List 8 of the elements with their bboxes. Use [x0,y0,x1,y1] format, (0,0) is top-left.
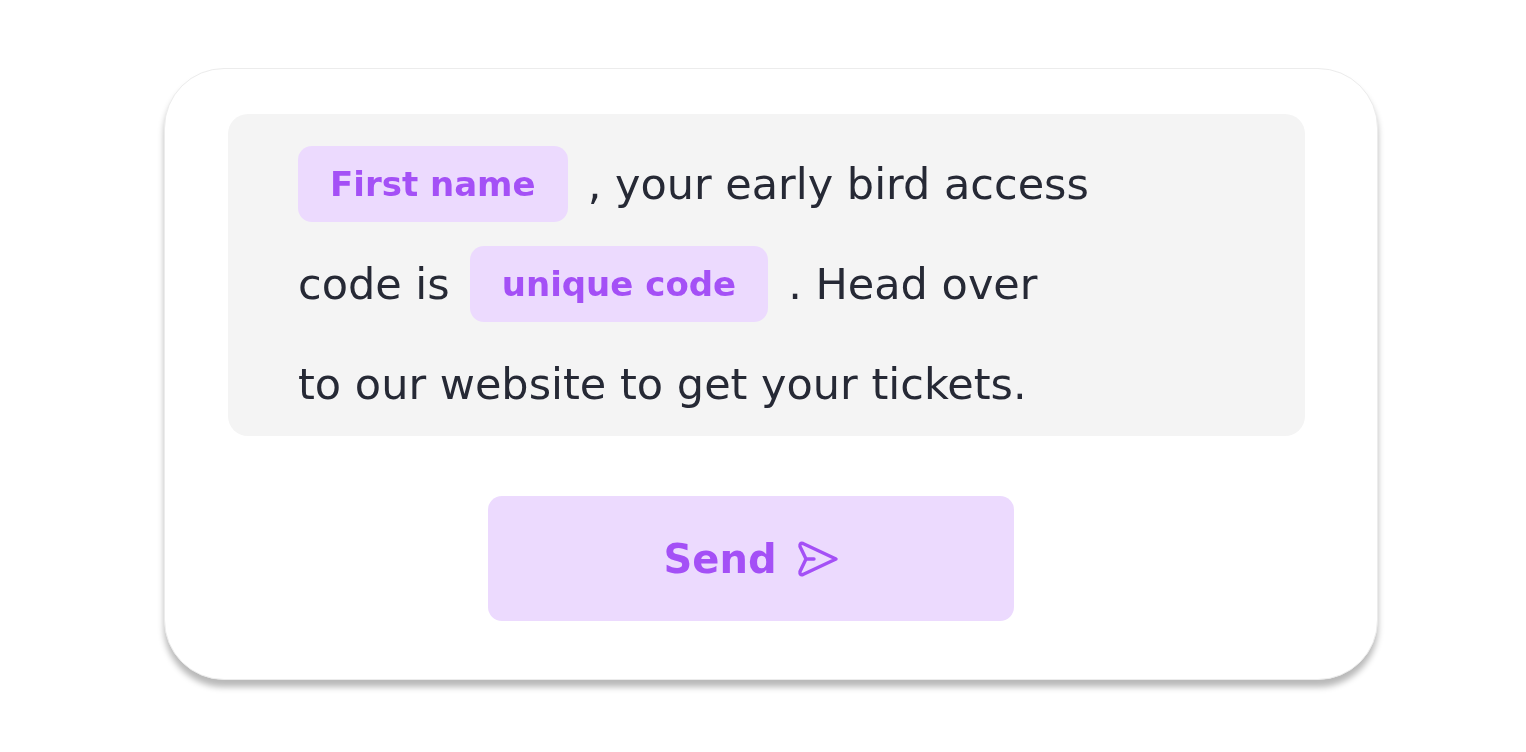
variable-tag: unique code [469,246,769,322]
send-icon [796,539,839,578]
message-text: code is [298,257,450,311]
message-text: , your early bird access [587,157,1089,211]
send-button[interactable]: Send [488,496,1014,621]
message-text: . Head over [788,257,1038,311]
message-text: to our website to get your tickets. [298,357,1027,411]
variable-tag: First name [298,146,568,222]
